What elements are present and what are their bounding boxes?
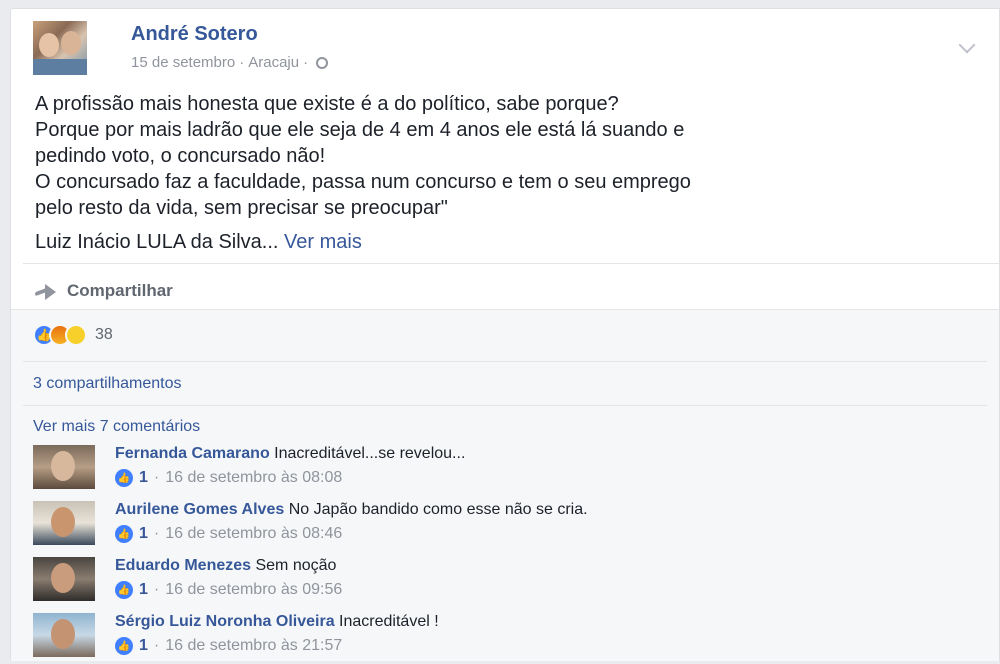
post-text-line: pedindo voto, o concursado não! (35, 145, 326, 167)
comment-text: Inacreditável ! (339, 613, 439, 630)
divider (23, 361, 987, 362)
comment-meta: 👍 1 · 16 de setembro às 09:56 (115, 581, 342, 599)
post-card: André Sotero 15 de setembro · Aracaju · … (10, 8, 1000, 661)
post-text-line: O concursado faz a faculdade, passa num … (35, 171, 691, 193)
shares-count-link[interactable]: 3 compartilhamentos (33, 375, 182, 393)
post-location[interactable]: Aracaju (248, 54, 299, 71)
share-arrow-icon (35, 282, 57, 300)
comment-author[interactable]: Fernanda Camarano (115, 445, 270, 462)
comment-text: Inacreditável...se revelou... (274, 445, 466, 462)
share-button[interactable]: Compartilhar (35, 279, 173, 303)
comment: Eduardo Menezes Sem noção 👍 1 · 16 de se… (33, 557, 973, 605)
divider (23, 405, 987, 406)
comment-timestamp[interactable]: 16 de setembro às 09:56 (165, 581, 342, 599)
meta-separator: · (153, 637, 160, 654)
comment-meta: 👍 1 · 16 de setembro às 08:46 (115, 525, 342, 543)
post-meta: 15 de setembro · Aracaju · (131, 54, 329, 71)
comment: Aurilene Gomes Alves No Japão bandido co… (33, 501, 973, 549)
post-date[interactable]: 15 de setembro (131, 54, 235, 71)
comment-author[interactable]: Eduardo Menezes (115, 557, 251, 574)
comment-text: Sem noção (255, 557, 337, 574)
like-icon: 👍 (115, 525, 133, 543)
comment-timestamp[interactable]: 16 de setembro às 08:08 (165, 469, 342, 487)
comment-body: Aurilene Gomes Alves No Japão bandido co… (115, 501, 588, 519)
comment-like-count[interactable]: 1 (139, 581, 148, 599)
meta-separator: · (303, 54, 309, 71)
post-text-line: A profissão mais honesta que existe é a … (35, 93, 619, 115)
comment-body: Fernanda Camarano Inacreditável...se rev… (115, 445, 465, 463)
post-header: André Sotero 15 de setembro · Aracaju · (33, 21, 976, 77)
commenter-avatar[interactable] (33, 445, 95, 489)
post-text-line: Porque por mais ladrão que ele seja de 4… (35, 119, 685, 141)
meta-separator: · (153, 581, 160, 598)
comment-like-count[interactable]: 1 (139, 525, 148, 543)
like-icon: 👍 (115, 581, 133, 599)
comment: Sérgio Luiz Noronha Oliveira Inacreditáv… (33, 613, 973, 661)
comment-meta: 👍 1 · 16 de setembro às 08:08 (115, 469, 342, 487)
author-name[interactable]: André Sotero (131, 23, 258, 46)
comment-meta: 👍 1 · 16 de setembro às 21:57 (115, 637, 342, 655)
reactions-summary[interactable]: 👍 38 (33, 324, 113, 346)
post-signature: Luiz Inácio LULA da Silva... (35, 231, 279, 253)
commenter-avatar[interactable] (33, 613, 95, 657)
meta-separator: · (239, 54, 245, 71)
commenter-avatar[interactable] (33, 557, 95, 601)
reaction-count: 38 (95, 326, 113, 343)
comment-body: Eduardo Menezes Sem noção (115, 557, 336, 575)
author-avatar[interactable] (33, 21, 87, 75)
meta-separator: · (153, 525, 160, 542)
wow-icon (65, 324, 87, 346)
globe-icon[interactable] (316, 56, 329, 69)
commenter-avatar[interactable] (33, 501, 95, 545)
divider (11, 309, 999, 310)
comment-author[interactable]: Sérgio Luiz Noronha Oliveira (115, 613, 335, 630)
view-more-comments-link[interactable]: Ver mais 7 comentários (33, 418, 200, 436)
comment-body: Sérgio Luiz Noronha Oliveira Inacreditáv… (115, 613, 439, 631)
meta-separator: · (153, 469, 160, 486)
comment-timestamp[interactable]: 16 de setembro às 08:46 (165, 525, 342, 543)
comment-text: No Japão bandido como esse não se cria. (288, 501, 588, 518)
post-signature-line: Luiz Inácio LULA da Silva... Ver mais (35, 229, 985, 255)
comment-like-count[interactable]: 1 (139, 637, 148, 655)
feedback-area: 👍 38 3 compartilhamentos Ver mais 7 come… (11, 309, 999, 661)
comment: Fernanda Camarano Inacreditável...se rev… (33, 445, 973, 493)
like-icon: 👍 (115, 469, 133, 487)
chevron-down-icon[interactable] (958, 36, 976, 54)
share-label: Compartilhar (67, 281, 173, 300)
comment-timestamp[interactable]: 16 de setembro às 21:57 (165, 637, 342, 655)
like-icon: 👍 (115, 637, 133, 655)
post-text-line: pelo resto da vida, sem precisar se preo… (35, 197, 448, 219)
comment-author[interactable]: Aurilene Gomes Alves (115, 501, 284, 518)
post-body: A profissão mais honesta que existe é a … (35, 91, 985, 255)
see-more-link[interactable]: Ver mais (284, 231, 362, 253)
comment-like-count[interactable]: 1 (139, 469, 148, 487)
divider (23, 263, 999, 264)
